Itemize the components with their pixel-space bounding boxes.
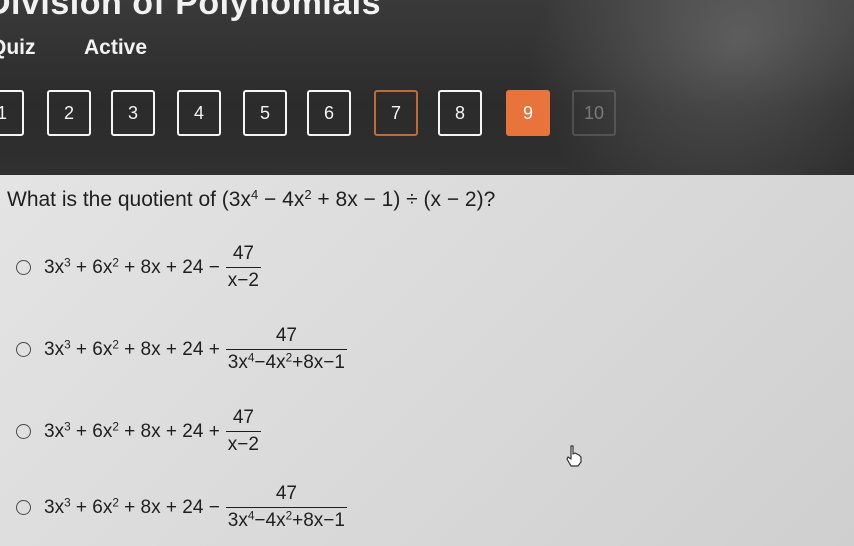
tab-active[interactable]: Active (84, 36, 147, 60)
question-nav-button-7[interactable]: 7 (374, 90, 418, 136)
radio-button[interactable] (16, 260, 31, 275)
question-mid: − 4x (258, 188, 305, 211)
term: +8x−1 (292, 352, 345, 373)
term: + 6x (70, 256, 113, 278)
term: 3x (44, 338, 65, 360)
term: + 6x (70, 338, 113, 360)
tab-quiz[interactable]: Quiz (0, 36, 36, 60)
option-expression: 3x3 + 6x2 + 8x + 24 + (44, 339, 220, 361)
term: + 8x + 24 − (118, 256, 220, 278)
fraction-denominator: x−2 (225, 267, 261, 292)
fraction-numerator: 47 (275, 325, 297, 346)
fraction-numerator: 47 (232, 243, 254, 264)
question-nav-button-1[interactable]: 1 (0, 90, 24, 136)
question-nav-button-6[interactable]: 6 (307, 90, 351, 136)
term: 3x (227, 352, 248, 373)
term: + 8x + 24 + (118, 338, 220, 360)
question-nav-button-4[interactable]: 4 (177, 90, 221, 136)
term: +8x−1 (292, 510, 345, 531)
remainder-fraction: 47 x−2 (225, 407, 261, 456)
answer-option-c[interactable]: 3x3 + 6x2 + 8x + 24 + 47 x−2 (16, 407, 261, 456)
fraction-numerator: 47 (232, 407, 254, 428)
answer-option-b[interactable]: 3x3 + 6x2 + 8x + 24 + 47 3x4−4x2+8x−1 (16, 325, 347, 374)
fraction-numerator: 47 (275, 483, 297, 504)
option-expression: 3x3 + 6x2 + 8x + 24 − (44, 497, 220, 519)
term: 3x (44, 420, 65, 442)
term: + 8x + 24 + (118, 420, 220, 442)
term: + 6x (70, 420, 113, 442)
term: 3x (44, 256, 65, 278)
radio-button[interactable] (16, 342, 31, 357)
term: + 6x (70, 496, 113, 518)
remainder-fraction: 47 3x4−4x2+8x−1 (225, 483, 347, 532)
fraction-denominator: 3x4−4x2+8x−1 (225, 507, 347, 532)
answer-option-d[interactable]: 3x3 + 6x2 + 8x + 24 − 47 3x4−4x2+8x−1 (16, 483, 347, 532)
remainder-fraction: 47 3x4−4x2+8x−1 (225, 325, 347, 374)
remainder-fraction: 47 x−2 (225, 243, 261, 292)
option-expression: 3x3 + 6x2 + 8x + 24 − (44, 257, 220, 279)
term: 3x (44, 496, 65, 518)
term: −4x (254, 352, 286, 373)
radio-button[interactable] (16, 424, 31, 439)
question-suffix: + 8x − 1) ÷ (x − 2)? (311, 188, 496, 211)
term: + 8x + 24 − (118, 496, 220, 518)
question-nav-button-3[interactable]: 3 (111, 90, 155, 136)
answer-option-a[interactable]: 3x3 + 6x2 + 8x + 24 − 47 x−2 (16, 243, 261, 292)
page-title: Division of Polynomials (0, 0, 382, 22)
question-exponent-2: 2 (304, 186, 312, 202)
fraction-denominator: 3x4−4x2+8x−1 (225, 349, 347, 374)
question-nav-button-2[interactable]: 2 (47, 90, 91, 136)
hand-pointer-icon (566, 445, 582, 467)
question-nav-button-5[interactable]: 5 (243, 90, 287, 136)
question-prefix: What is the quotient of (3x (7, 188, 251, 211)
question-nav-button-8[interactable]: 8 (438, 90, 482, 136)
term: 3x (227, 510, 248, 531)
question-nav-button-10[interactable]: 10 (572, 90, 616, 136)
question-panel: What is the quotient of (3x4 − 4x2 + 8x … (0, 175, 854, 546)
option-expression: 3x3 + 6x2 + 8x + 24 + (44, 421, 220, 443)
term: −4x (254, 510, 286, 531)
fraction-denominator: x−2 (225, 431, 261, 456)
radio-button[interactable] (16, 500, 31, 515)
question-text: What is the quotient of (3x4 − 4x2 + 8x … (7, 188, 495, 212)
quiz-header: Division of Polynomials Quiz Active 1 2 … (0, 0, 854, 175)
question-nav-button-9[interactable]: 9 (506, 90, 550, 136)
question-navigation: 1 2 3 4 5 6 7 8 9 10 (0, 90, 854, 142)
